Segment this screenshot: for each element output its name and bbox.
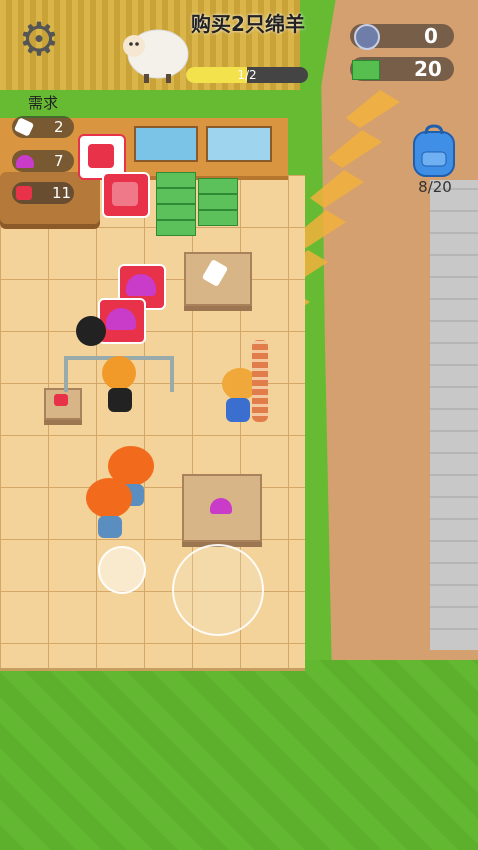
wool-icon xyxy=(13,117,35,137)
quest-progress-text: 1/2 xyxy=(237,68,257,82)
demand-row-hat: 7 xyxy=(12,150,74,172)
customer-orange-2-body xyxy=(98,516,122,538)
hat-item xyxy=(210,498,232,514)
hat-icon xyxy=(16,155,34,168)
backpack-capacity: 8/20 xyxy=(418,178,452,196)
demand-hat-value: 7 xyxy=(54,152,64,170)
gem-value: 0 xyxy=(424,24,438,48)
demand-title: 需求 xyxy=(28,94,59,112)
poster-barn xyxy=(206,126,272,162)
cash-icon xyxy=(352,60,380,80)
rack-leg-left xyxy=(64,356,68,392)
lower-grass xyxy=(0,660,478,850)
customer-black[interactable] xyxy=(76,316,106,346)
demand-row-shirt: 11 xyxy=(12,182,74,204)
gem-icon xyxy=(354,24,380,50)
request-bubble-hat-2 xyxy=(98,298,146,344)
customer-yellow-body xyxy=(108,388,132,412)
poster-farmer xyxy=(134,126,198,162)
backpack-icon[interactable] xyxy=(408,124,460,178)
request-bubble-shirt-2 xyxy=(102,172,150,218)
action-button[interactable] xyxy=(98,546,146,594)
stone-road xyxy=(430,180,478,650)
rack-leg-right xyxy=(170,356,174,392)
gear-icon[interactable]: ⚙ xyxy=(14,14,64,64)
shirt-icon xyxy=(16,186,32,200)
shirt-item xyxy=(54,394,68,406)
customer-orange-2[interactable] xyxy=(86,478,132,518)
demand-row-wool: 2 xyxy=(12,116,74,138)
demand-wool-value: 2 xyxy=(54,118,64,136)
cash-value: 20 xyxy=(414,57,442,81)
cash-pile[interactable] xyxy=(156,172,238,236)
joystick[interactable] xyxy=(172,544,264,636)
carried-stack xyxy=(252,340,268,422)
demand-shirt-value: 11 xyxy=(52,184,72,202)
cash-counter: 20 xyxy=(350,57,454,81)
gem-counter: 0 xyxy=(350,24,454,50)
player-body xyxy=(226,398,250,422)
customer-yellow[interactable] xyxy=(102,356,136,390)
quest-title: 购买2只绵羊 xyxy=(191,12,305,36)
